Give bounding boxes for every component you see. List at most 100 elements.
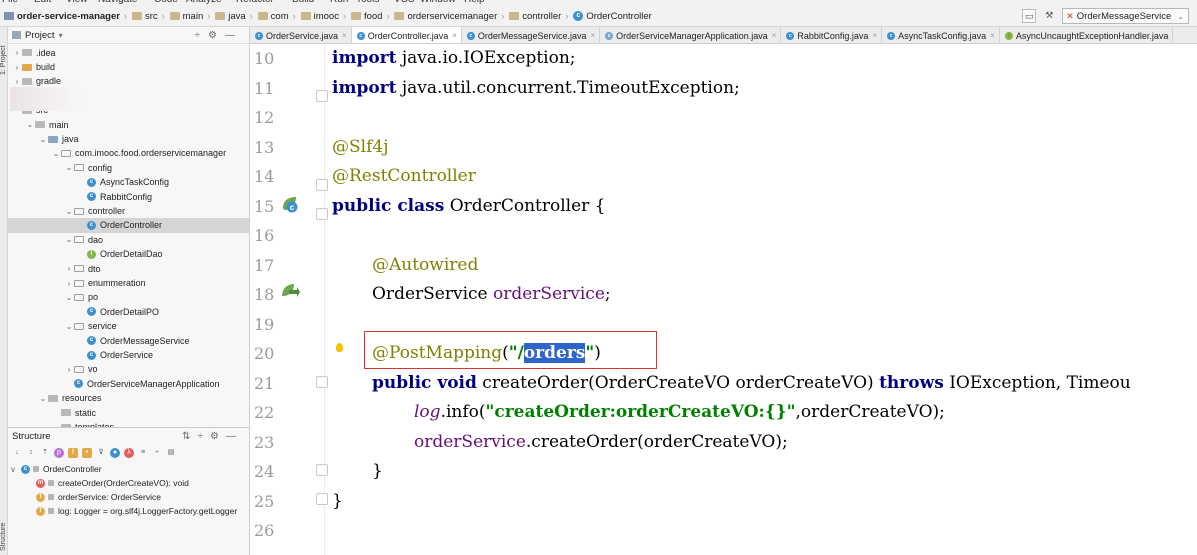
editor-tab[interactable]: c AsyncTaskConfig.java ×: [882, 27, 1000, 43]
code-text[interactable]: import java.io.IOException;: [332, 48, 576, 68]
structure-member[interactable]: f orderService: OrderService: [8, 490, 249, 504]
expand-arrow-icon[interactable]: ⌄: [38, 394, 48, 403]
tree-item[interactable]: ⌄ resources: [8, 391, 249, 405]
breadcrumb-item[interactable]: src: [131, 11, 158, 22]
expand-arrow-icon[interactable]: ⌄: [51, 149, 61, 158]
menu-item[interactable]: File: [2, 0, 18, 5]
tree-item[interactable]: › .idea: [8, 46, 249, 60]
code-text[interactable]: @Slf4j: [332, 137, 388, 157]
tree-item[interactable]: ⌄ main: [8, 118, 249, 132]
tree-item[interactable]: ⌄ service: [8, 319, 249, 333]
code-text[interactable]: }: [372, 461, 383, 481]
menu-item[interactable]: Run: [330, 0, 348, 5]
tree-item[interactable]: › vo: [8, 362, 249, 376]
project-panel-tools[interactable]: ÷⚙—: [195, 30, 243, 41]
expand-arrow-icon[interactable]: ›: [12, 77, 22, 86]
tree-item[interactable]: ⌄ po: [8, 290, 249, 304]
editor-tab[interactable]: c OrderService.java ×: [250, 27, 352, 43]
breadcrumb-item[interactable]: main: [169, 11, 203, 22]
structure-root[interactable]: v c OrderController: [8, 462, 249, 476]
breadcrumb-item[interactable]: c OrderController: [573, 11, 652, 22]
breadcrumb-item[interactable]: imooc: [300, 11, 339, 22]
structure-member[interactable]: f log: Logger = org.slf4j.LoggerFactory.g…: [8, 504, 249, 518]
code-text[interactable]: orderService.createOrder(orderCreateVO);: [414, 432, 788, 452]
tree-item[interactable]: ⌄ controller: [8, 204, 249, 218]
tree-item[interactable]: I OrderDetailDao: [8, 247, 249, 261]
menu-item[interactable]: Refactor: [236, 0, 274, 5]
expand-arrow-icon[interactable]: ›: [12, 48, 22, 57]
fold-marker[interactable]: [316, 208, 328, 220]
expand-arrow-icon[interactable]: ⌄: [64, 322, 74, 331]
tree-item[interactable]: c RabbitConfig: [8, 190, 249, 204]
close-icon[interactable]: ×: [990, 31, 995, 40]
menu-item[interactable]: Code: [154, 0, 178, 5]
menu-item[interactable]: Edit: [34, 0, 51, 5]
tree-item[interactable]: ⌄ com.imooc.food.orderservicemanager: [8, 146, 249, 160]
show-lambdas-icon[interactable]: λ: [124, 448, 134, 458]
structure-member[interactable]: m createOrder(OrderCreateVO): void: [8, 476, 249, 490]
code-text[interactable]: public void createOrder(OrderCreateVO or…: [372, 373, 1131, 393]
breadcrumb-item[interactable]: java: [215, 11, 246, 22]
code-text[interactable]: OrderService orderService;: [372, 284, 611, 304]
tree-item[interactable]: c OrderServiceManagerApplication: [8, 377, 249, 391]
tree-item[interactable]: › enummeration: [8, 276, 249, 290]
expand-arrow-icon[interactable]: ›: [12, 63, 22, 72]
chevron-down-icon[interactable]: ▾: [59, 31, 63, 40]
close-icon[interactable]: ×: [342, 31, 347, 40]
close-icon[interactable]: ×: [590, 31, 595, 40]
expand-arrow-icon[interactable]: ⌄: [38, 135, 48, 144]
close-icon[interactable]: ×: [772, 31, 777, 40]
filter-icon[interactable]: ⊽: [96, 448, 106, 458]
menu-item[interactable]: View: [66, 0, 88, 5]
menu-item[interactable]: Tools: [356, 0, 379, 5]
fold-marker[interactable]: [316, 90, 328, 102]
code-text[interactable]: @RestController: [332, 166, 476, 186]
menu-item[interactable]: Build: [292, 0, 314, 5]
sort-visibility-icon[interactable]: ↕: [26, 448, 36, 458]
fold-marker[interactable]: [316, 464, 328, 476]
tree-item[interactable]: c OrderMessageService: [8, 334, 249, 348]
code-text[interactable]: @Autowired: [372, 255, 478, 275]
structure-panel-tools[interactable]: ⇅÷⚙—: [182, 431, 243, 442]
tree-item[interactable]: c OrderController: [8, 218, 249, 233]
project-stripe-button[interactable]: 1: Project: [0, 31, 8, 75]
expand-arrow-icon[interactable]: ⌄: [64, 163, 74, 172]
expand-arrow-icon[interactable]: ›: [64, 264, 74, 273]
structure-stripe-button[interactable]: Structure: [0, 507, 8, 551]
editor-tab[interactable]: c OrderServiceManagerApplication.java ×: [600, 27, 782, 43]
code-text[interactable]: public class OrderController {: [332, 196, 606, 216]
lightbulb-icon[interactable]: [336, 343, 343, 352]
expand-arrow-icon[interactable]: ⌄: [64, 235, 74, 244]
breadcrumb-item[interactable]: orderservicemanager: [394, 11, 497, 22]
menu-item[interactable]: Analyze: [186, 0, 222, 5]
fold-marker[interactable]: [316, 376, 328, 388]
tree-item[interactable]: › build: [8, 60, 249, 74]
show-inherited-icon[interactable]: ⇡: [40, 448, 50, 458]
expand-arrow-icon[interactable]: ⌄: [64, 207, 74, 216]
menu-item[interactable]: Navigate: [98, 0, 137, 5]
project-panel-title[interactable]: Project: [25, 30, 55, 41]
breadcrumb-item[interactable]: com: [257, 11, 289, 22]
close-icon[interactable]: ×: [872, 31, 877, 40]
expand-arrow-icon[interactable]: ›: [64, 365, 74, 374]
tree-item[interactable]: ⌄ java: [8, 132, 249, 146]
expand-arrow-icon[interactable]: ⌄: [25, 120, 35, 129]
run-configuration-select[interactable]: ✕ OrderMessageService ⌄: [1062, 8, 1189, 24]
code-text[interactable]: log.info("createOrder:orderCreateVO:{}",…: [414, 402, 945, 422]
show-fields-icon[interactable]: f: [68, 448, 78, 458]
autoscroll-icon[interactable]: ▤: [166, 448, 176, 458]
breadcrumb-item[interactable]: controller: [509, 11, 561, 22]
show-properties-icon[interactable]: p: [54, 448, 64, 458]
code-editor[interactable]: 10 import java.io.IOException; 11 import ja…: [250, 44, 1197, 555]
code-text[interactable]: import java.util.concurrent.TimeoutExcep…: [332, 78, 740, 98]
editor-tab[interactable]: I AsyncUncaughtExceptionHandler.java: [1000, 27, 1174, 43]
tree-item[interactable]: templates: [8, 420, 249, 427]
expand-arrow-icon[interactable]: ›: [64, 279, 74, 288]
tree-item[interactable]: c AsyncTaskConfig: [8, 175, 249, 189]
tree-item[interactable]: c OrderDetailPO: [8, 305, 249, 319]
autowired-navigate-icon[interactable]: [280, 282, 300, 300]
show-anonymous-icon[interactable]: ●: [110, 448, 120, 458]
menu-item[interactable]: Help: [464, 0, 485, 5]
build-hammer-icon[interactable]: ⚒: [1042, 9, 1056, 23]
expand-all-icon[interactable]: ≡: [138, 448, 148, 458]
